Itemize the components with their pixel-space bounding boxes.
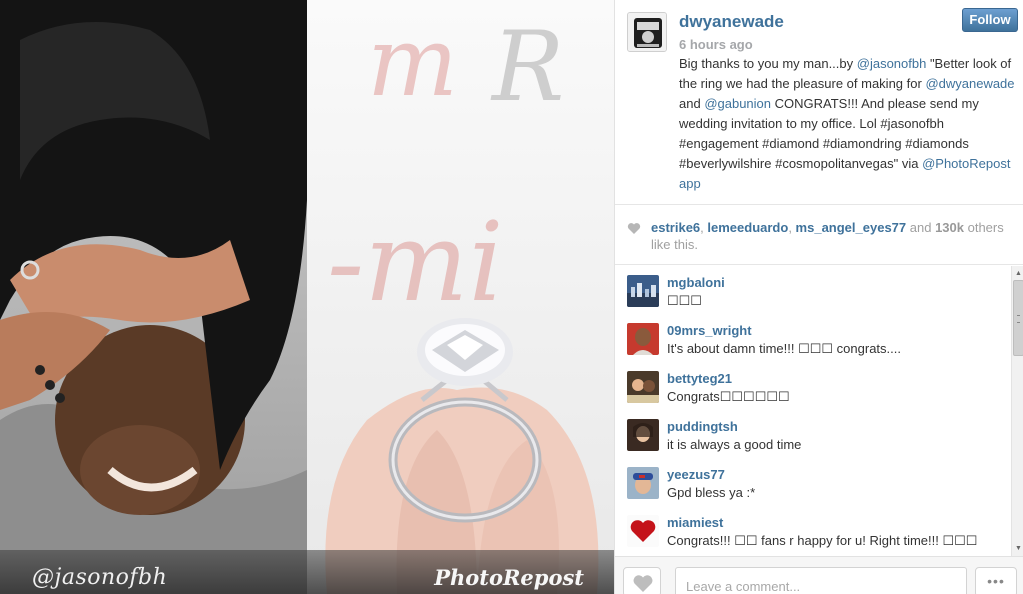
post-sidebar: dwyanewade 6 hours ago Follow Big thanks… bbox=[614, 0, 1023, 594]
photo-left-panel bbox=[0, 0, 307, 594]
comment-text: Congrats!!! ☐☐ fans r happy for u! Right… bbox=[667, 533, 978, 548]
commenter-username[interactable]: bettyteg21 bbox=[667, 371, 732, 386]
caption-mention-link[interactable]: app bbox=[679, 176, 701, 191]
like-button[interactable] bbox=[623, 567, 661, 594]
commenter-username[interactable]: miamiest bbox=[667, 515, 723, 530]
commenter-username[interactable]: mgbaloni bbox=[667, 275, 725, 290]
comment-item: bettyteg21 Congrats☐☐☐☐☐☐ bbox=[615, 362, 1011, 410]
svg-text:m: m bbox=[367, 6, 458, 118]
likes-section: estrike6, lemeeduardo, ms_angel_eyes77 a… bbox=[615, 206, 1023, 265]
commenter-avatar[interactable] bbox=[627, 323, 659, 355]
scroll-up-arrow-icon[interactable]: ▲ bbox=[1013, 268, 1023, 279]
watermark-photorepost: PhotoRepost bbox=[434, 565, 584, 590]
comment-text: Gpd bless ya :* bbox=[667, 485, 756, 500]
liker-username[interactable]: estrike6 bbox=[651, 220, 700, 235]
like-heart-icon bbox=[633, 575, 653, 592]
scrollbar-thumb[interactable] bbox=[1013, 280, 1023, 356]
caption-mention-link[interactable]: @gabunion bbox=[704, 96, 771, 111]
commenter-avatar[interactable] bbox=[627, 275, 659, 307]
comment-item: 09mrs_wright It's about damn time!!! ☐☐☐ … bbox=[615, 314, 1011, 362]
watermark-jasonofbh: @jasonofbh bbox=[32, 565, 168, 590]
caption-text: Big thanks to you my man...by bbox=[679, 56, 857, 71]
likes-count[interactable]: 130k bbox=[935, 220, 964, 235]
commenter-username[interactable]: yeezus77 bbox=[667, 467, 725, 482]
liker-username[interactable]: lemeeduardo bbox=[707, 220, 788, 235]
post-timestamp: 6 hours ago bbox=[679, 37, 753, 52]
scroll-down-arrow-icon[interactable]: ▼ bbox=[1013, 543, 1023, 554]
svg-text:R: R bbox=[490, 11, 564, 123]
caption-text: and bbox=[679, 96, 705, 111]
liker-username[interactable]: ms_angel_eyes77 bbox=[796, 220, 907, 235]
commenter-avatar[interactable] bbox=[627, 515, 659, 547]
commenter-avatar[interactable] bbox=[627, 419, 659, 451]
comment-item: puddingtsh it is always a good time bbox=[615, 410, 1011, 458]
comment-item: yeezus77 Gpd bless ya :* bbox=[615, 458, 1011, 506]
svg-text:-mi: -mi bbox=[327, 198, 504, 326]
comment-text: Congrats☐☐☐☐☐☐ bbox=[667, 389, 790, 404]
comment-text: it is always a good time bbox=[667, 437, 802, 452]
commenter-username[interactable]: puddingtsh bbox=[667, 419, 738, 434]
commenter-avatar[interactable] bbox=[627, 467, 659, 499]
caption-mention-link[interactable]: @dwyanewade bbox=[925, 76, 1014, 91]
follow-button[interactable]: Follow bbox=[962, 8, 1018, 32]
user-avatar[interactable] bbox=[627, 12, 667, 52]
comment-footer: ••• bbox=[615, 556, 1023, 594]
couple-image bbox=[0, 0, 307, 594]
likes-separator: , bbox=[788, 220, 796, 235]
likes-and-text: and bbox=[906, 220, 936, 235]
post-photo[interactable]: m R -mi @jasonofbh PhotoRepost bbox=[0, 0, 614, 594]
comment-text: ☐☐☐ bbox=[667, 293, 702, 308]
comment-text: It's about damn time!!! ☐☐☐ congrats.... bbox=[667, 341, 901, 356]
post-caption: Big thanks to you my man...by @jasonofbh… bbox=[679, 54, 1019, 194]
post-username[interactable]: dwyanewade bbox=[679, 12, 784, 32]
comment-item: miamiest Congrats!!! ☐☐ fans r happy for … bbox=[615, 506, 1011, 554]
caption-mention-link[interactable]: @PhotoRepost bbox=[922, 156, 1010, 171]
more-options-icon[interactable]: ••• bbox=[975, 567, 1017, 594]
likes-summary: estrike6, lemeeduardo, ms_angel_eyes77 a… bbox=[651, 219, 1011, 253]
commenter-avatar[interactable] bbox=[627, 371, 659, 403]
commenter-username[interactable]: 09mrs_wright bbox=[667, 323, 752, 338]
ring-image: m R -mi bbox=[325, 6, 599, 594]
heart-icon bbox=[627, 223, 641, 234]
post-header: dwyanewade 6 hours ago Follow Big thanks… bbox=[615, 0, 1023, 205]
caption-mention-link[interactable]: @jasonofbh bbox=[857, 56, 927, 71]
comments-scrollbar[interactable]: ▲ ▼ bbox=[1011, 266, 1023, 556]
photo-right-panel: m R -mi bbox=[307, 0, 614, 594]
comments-list: mgbaloni ☐☐☐ 09mrs_wright It's about damn t… bbox=[615, 266, 1011, 556]
comment-item: mgbaloni ☐☐☐ bbox=[615, 266, 1011, 314]
championship-ring-logo bbox=[628, 13, 666, 51]
comment-input[interactable] bbox=[675, 567, 967, 594]
